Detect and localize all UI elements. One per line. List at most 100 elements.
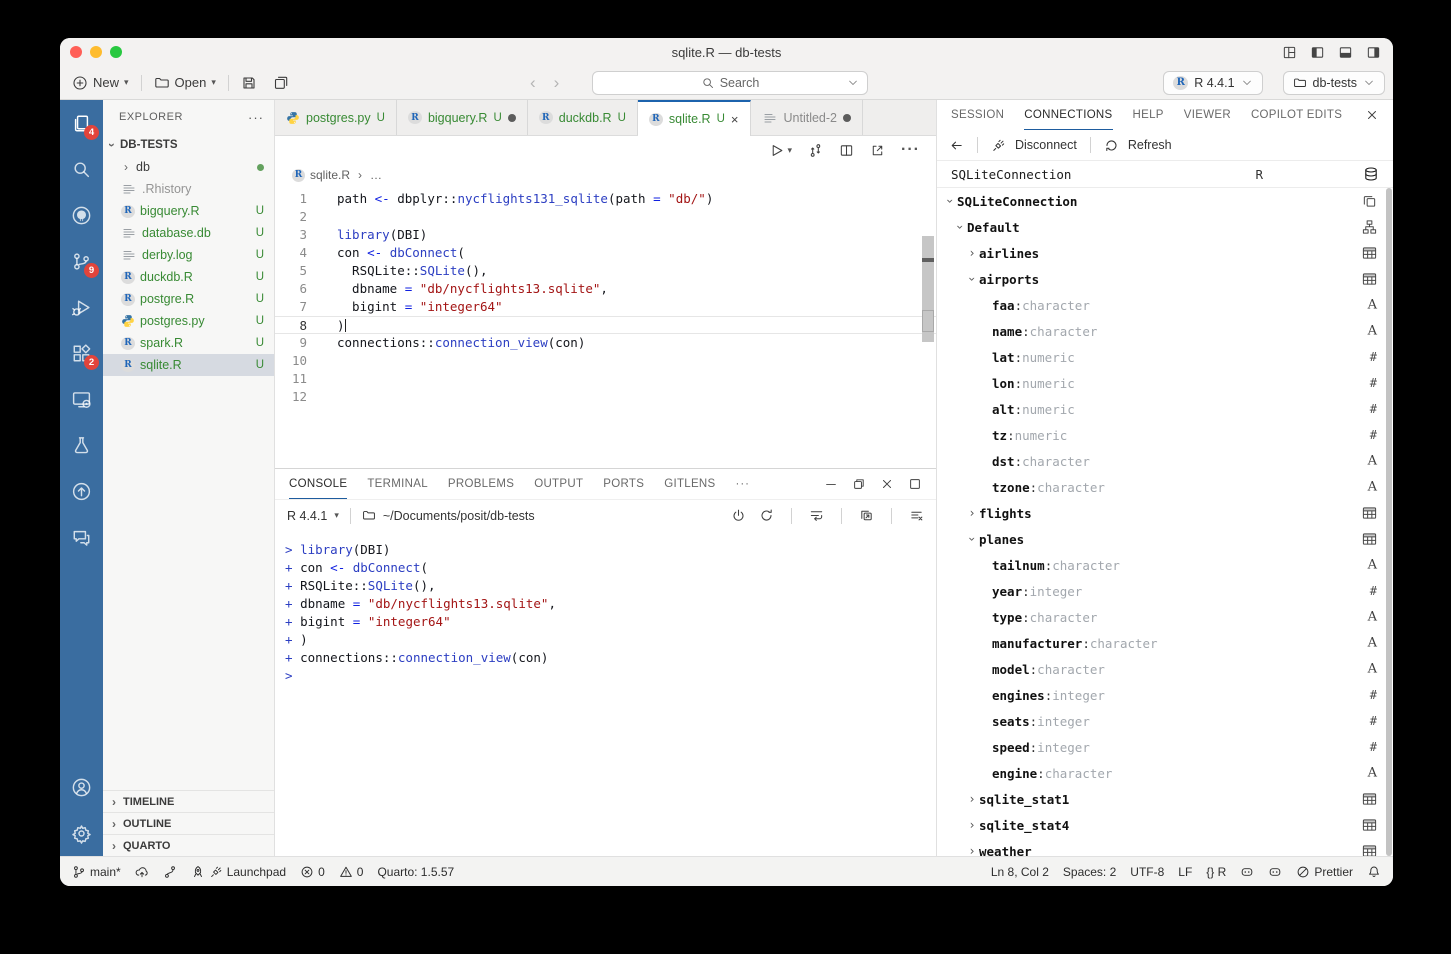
back-icon[interactable]: [949, 138, 964, 153]
tree-row-Default[interactable]: ›Default: [937, 214, 1393, 240]
code-line-4[interactable]: 4con <- dbConnect(: [275, 244, 936, 262]
status-eol[interactable]: LF: [1178, 865, 1192, 879]
status-warnings[interactable]: 0: [339, 865, 364, 879]
tree-row-engine[interactable]: engine : characterA: [937, 760, 1393, 786]
editor-tab-postgres.py[interactable]: postgres.pyU: [275, 100, 397, 135]
activity-item-remote-explorer[interactable]: [60, 376, 103, 422]
file-item-db[interactable]: ›db: [103, 156, 274, 178]
explorer-root-folder[interactable]: › DB-TESTS: [103, 134, 274, 156]
tree-row-alt[interactable]: alt : numeric#: [937, 396, 1393, 422]
status-git-branch[interactable]: main*: [72, 865, 121, 879]
refresh-button[interactable]: Refresh: [1128, 138, 1172, 152]
code-line-3[interactable]: 3library(DBI): [275, 226, 936, 244]
workspace-selector[interactable]: db-tests: [1283, 71, 1385, 95]
activity-item-testing[interactable]: [60, 422, 103, 468]
panel-tab-console[interactable]: CONSOLE: [289, 469, 347, 499]
open-in-editor-icon[interactable]: [859, 508, 874, 523]
tree-row-weather[interactable]: ›weather: [937, 838, 1393, 856]
tree-row-flights[interactable]: ›flights: [937, 500, 1393, 526]
activity-item-explorer[interactable]: 4: [60, 100, 103, 146]
tree-row-lon[interactable]: lon : numeric#: [937, 370, 1393, 396]
status-copilot-chat[interactable]: [1268, 865, 1282, 879]
tree-row-planes[interactable]: ›planes: [937, 526, 1393, 552]
tree-row-tz[interactable]: tz : numeric#: [937, 422, 1393, 448]
code-line-12[interactable]: 12: [275, 388, 936, 406]
run-dropdown-icon[interactable]: ▾: [787, 145, 792, 156]
tree-row-speed[interactable]: speed : integer#: [937, 734, 1393, 760]
chevron-right-icon[interactable]: ›: [965, 792, 979, 806]
editor-tab-duckdb.R[interactable]: Rduckdb.RU: [528, 100, 638, 135]
toggle-panel-icon[interactable]: [1338, 45, 1353, 60]
activity-item-run-debug[interactable]: [60, 284, 103, 330]
code-line-9[interactable]: 9connections::connection_view(con): [275, 334, 936, 352]
status-git-graph[interactable]: [163, 865, 177, 879]
interpreter-selector[interactable]: R R 4.4.1: [1163, 71, 1262, 95]
file-item-.Rhistory[interactable]: .Rhistory: [103, 178, 274, 200]
minimize-window-button[interactable]: [90, 46, 102, 58]
tree-row-tailnum[interactable]: tailnum : characterA: [937, 552, 1393, 578]
new-button[interactable]: New ▾: [64, 70, 137, 96]
status-errors[interactable]: 0: [300, 865, 325, 879]
code-line-11[interactable]: 11: [275, 370, 936, 388]
tree-row-type[interactable]: type : characterA: [937, 604, 1393, 630]
editor-tab-bigquery.R[interactable]: Rbigquery.RU: [397, 100, 528, 135]
explorer-more-actions[interactable]: ···: [248, 110, 264, 125]
status-launchpad[interactable]: Launchpad: [191, 865, 286, 879]
code-line-7[interactable]: 7 bigint = "integer64": [275, 298, 936, 316]
disconnect-button[interactable]: Disconnect: [1015, 138, 1077, 152]
code-line-10[interactable]: 10: [275, 352, 936, 370]
activity-item-chat[interactable]: [60, 514, 103, 560]
search-input[interactable]: Search: [592, 71, 868, 95]
status-publish-changes[interactable]: [135, 865, 149, 879]
open-button[interactable]: Open ▾: [146, 70, 224, 96]
connection-header-row[interactable]: SQLiteConnection R: [937, 160, 1393, 188]
run-button[interactable]: ▾: [769, 143, 792, 158]
secondary-tab-viewer[interactable]: VIEWER: [1184, 100, 1231, 130]
file-item-postgres.py[interactable]: postgres.pyU: [103, 310, 274, 332]
chevron-down-icon[interactable]: ›: [943, 194, 957, 208]
section-outline[interactable]: ›OUTLINE: [103, 812, 274, 834]
file-item-bigquery.R[interactable]: Rbigquery.RU: [103, 200, 274, 222]
tree-row-model[interactable]: model : characterA: [937, 656, 1393, 682]
close-window-button[interactable]: [70, 46, 82, 58]
code-line-5[interactable]: 5 RSQLite::SQLite(),: [275, 262, 936, 280]
activity-item-publish[interactable]: [60, 468, 103, 514]
navigate-back-button[interactable]: ‹: [530, 73, 536, 93]
zoom-window-button[interactable]: [110, 46, 122, 58]
file-item-postgre.R[interactable]: Rpostgre.RU: [103, 288, 274, 310]
chevron-right-icon[interactable]: ›: [965, 818, 979, 832]
tree-row-airlines[interactable]: ›airlines: [937, 240, 1393, 266]
status-encoding[interactable]: UTF-8: [1130, 865, 1164, 879]
console-output[interactable]: > library(DBI)+ con <- dbConnect(+ RSQLi…: [275, 531, 936, 856]
file-item-database.db[interactable]: database.dbU: [103, 222, 274, 244]
tree-row-manufacturer[interactable]: manufacturer : characterA: [937, 630, 1393, 656]
status-notifications[interactable]: [1367, 865, 1381, 879]
tree-row-seats[interactable]: seats : integer#: [937, 708, 1393, 734]
chevron-down-icon[interactable]: ›: [953, 220, 967, 234]
panel-tab-problems[interactable]: PROBLEMS: [448, 469, 514, 499]
toggle-sidebar-icon[interactable]: [1310, 45, 1325, 60]
shutdown-session-icon[interactable]: [731, 508, 746, 523]
activity-item-search[interactable]: [60, 146, 103, 192]
tree-row-SQLiteConnection[interactable]: ›SQLiteConnection: [937, 188, 1393, 214]
editor-tab-Untitled-2[interactable]: Untitled-2: [751, 100, 864, 135]
status-prettier[interactable]: Prettier: [1296, 865, 1353, 879]
code-line-2[interactable]: 2: [275, 208, 936, 226]
panel-tab-terminal[interactable]: TERMINAL: [367, 469, 428, 499]
save-button[interactable]: [233, 70, 265, 96]
close-panel-icon[interactable]: [1365, 108, 1379, 122]
file-item-spark.R[interactable]: Rspark.RU: [103, 332, 274, 354]
tree-row-sqlite_stat4[interactable]: ›sqlite_stat4: [937, 812, 1393, 838]
close-tab-icon[interactable]: ×: [731, 112, 739, 127]
restart-session-icon[interactable]: [759, 508, 774, 523]
chevron-right-icon[interactable]: ›: [965, 246, 979, 260]
tree-row-year[interactable]: year : integer#: [937, 578, 1393, 604]
minimize-panel-icon[interactable]: [824, 477, 838, 491]
console-runtime-label[interactable]: R 4.4.1: [287, 509, 327, 523]
panel-tabs-overflow[interactable]: ···: [736, 478, 751, 490]
chevron-down-icon[interactable]: ›: [965, 532, 979, 546]
navigate-forward-button[interactable]: ›: [554, 73, 560, 93]
status-language-mode[interactable]: {} R: [1206, 865, 1226, 879]
section-quarto[interactable]: ›QUARTO: [103, 834, 274, 856]
open-in-new-window-icon[interactable]: [870, 143, 885, 158]
